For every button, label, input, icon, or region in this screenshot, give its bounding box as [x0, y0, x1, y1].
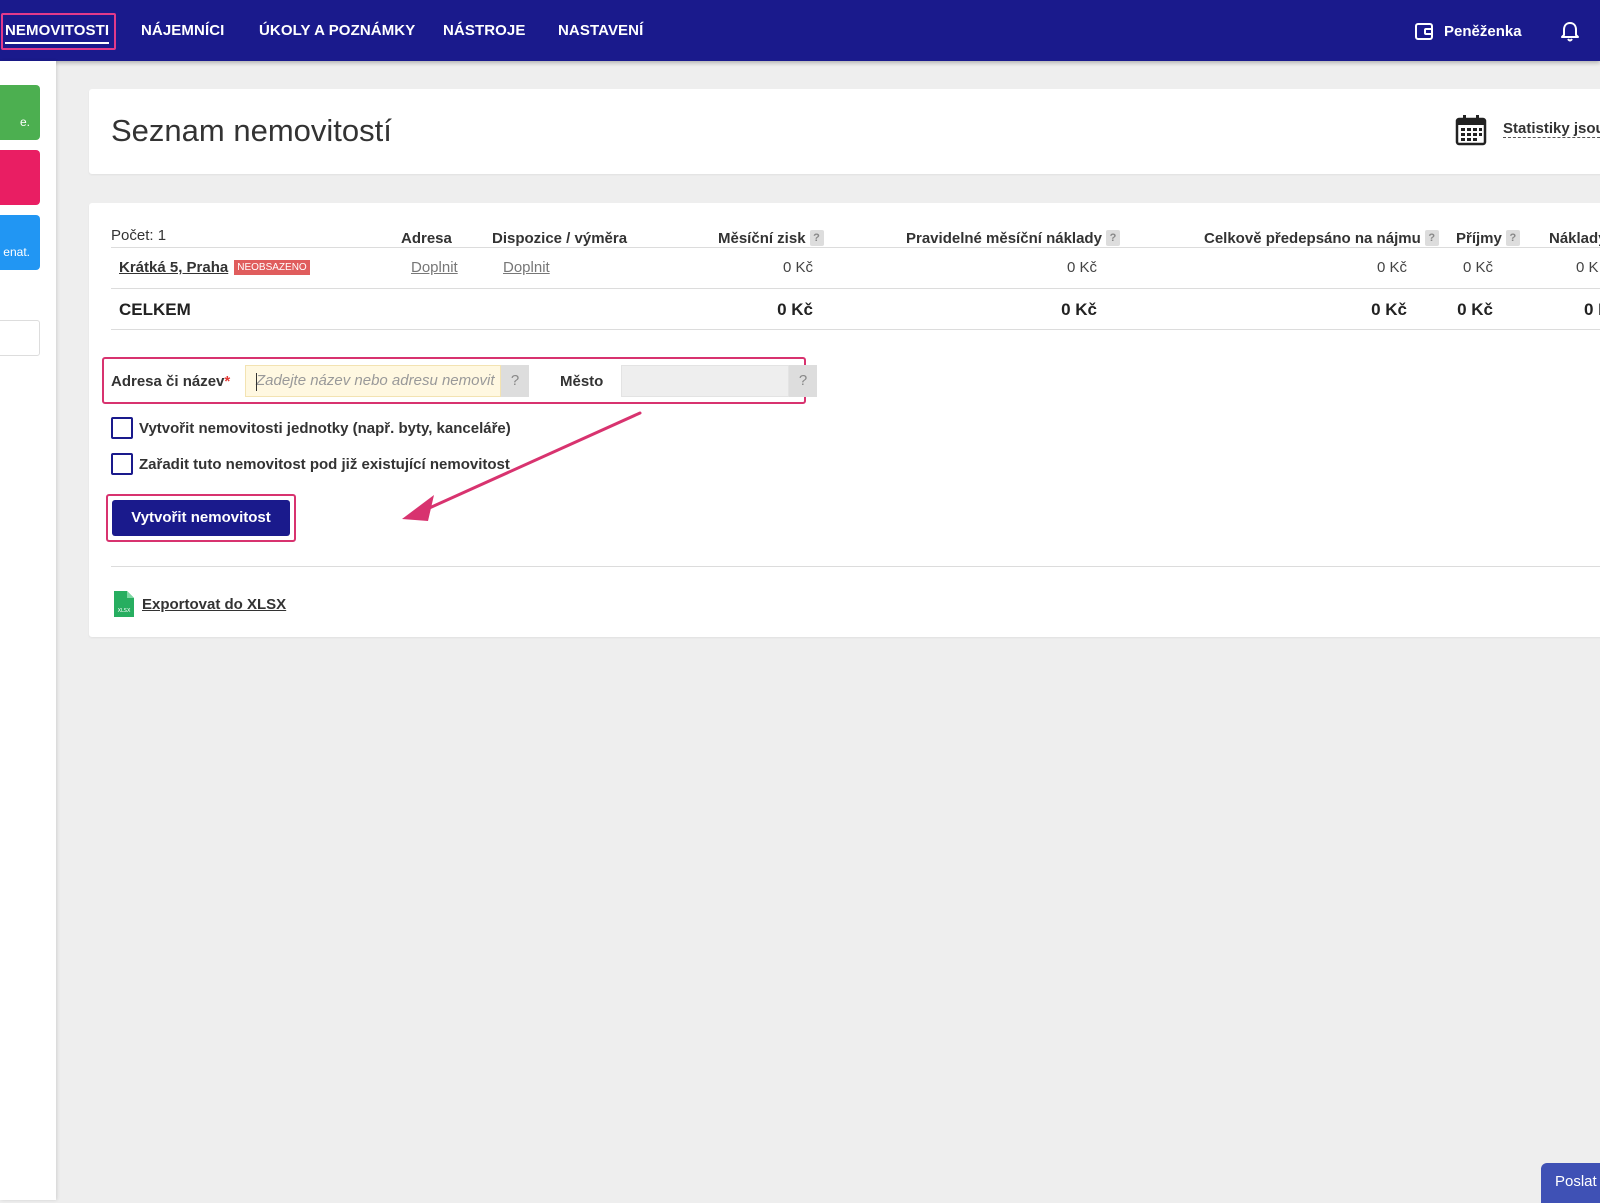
top-navigation-bar: NEMOVITOSTI NÁJEMNÍCI ÚKOLY A POZNÁMKY N…	[0, 0, 1600, 61]
column-header-address: Adresa	[401, 230, 452, 247]
nav-item-label: NEMOVITOSTI	[5, 22, 110, 39]
total-label: CELKEM	[119, 300, 191, 319]
total-regular-costs: 0 Kč	[1061, 300, 1097, 319]
text-caret	[256, 373, 257, 391]
table-header-divider	[111, 247, 1600, 248]
disposition-fill-link[interactable]: Doplnit	[503, 259, 550, 276]
wallet-link[interactable]: Peněženka	[1414, 19, 1522, 43]
export-divider	[111, 566, 1600, 567]
total-total-prescribed: 0 Kč	[1371, 300, 1407, 319]
table-total-divider	[111, 329, 1600, 330]
statistics-link[interactable]: Statistiky jsou	[1503, 120, 1600, 138]
nav-item-label: NASTAVENÍ	[558, 22, 644, 39]
row-costs: 0 K	[1576, 259, 1599, 276]
calendar-icon[interactable]	[1455, 114, 1487, 146]
sidebar-tile-label: enat.	[3, 245, 30, 259]
address-fill-label: Doplnit	[411, 259, 458, 276]
city-input[interactable]	[621, 365, 789, 397]
column-header-label: Příjmy	[1456, 230, 1502, 247]
total-costs: 0 K	[1584, 300, 1600, 319]
city-help-button[interactable]: ?	[789, 365, 817, 397]
xlsx-file-icon: XLSX	[114, 591, 134, 617]
address-field-label: Adresa či název*	[111, 373, 230, 390]
row-regular-costs: 0 Kč	[1066, 259, 1097, 276]
nav-item-nastroje[interactable]: NÁSTROJE	[443, 0, 525, 61]
required-mark: *	[224, 373, 231, 390]
page-title: Seznam nemovitostí	[111, 113, 392, 148]
row-total-prescribed: 0 Kč	[1376, 259, 1407, 276]
nav-item-label: ÚKOLY A POZNÁMKY	[259, 22, 416, 39]
units-checkbox-label: Vytvořit nemovitosti jednotky (např. byt…	[139, 419, 511, 437]
address-label-text: Adresa či název	[111, 373, 225, 390]
help-icon[interactable]: ?	[1505, 230, 1520, 246]
wallet-icon	[1415, 23, 1433, 40]
total-monthly-profit: 0 Kč	[777, 300, 813, 319]
property-count: Počet: 1	[111, 227, 167, 244]
parent-checkbox-row[interactable]: Zařadit tuto nemovitost pod již existují…	[111, 453, 510, 475]
header-card: Seznam nemovitostí Statistiky jsou	[89, 89, 1600, 174]
nav-item-label: NÁJEMNÍCI	[141, 22, 225, 39]
nav-item-ukoly-a-poznamky[interactable]: ÚKOLY A POZNÁMKY	[259, 0, 415, 61]
column-header-disposition: Dispozice / výměra	[492, 230, 628, 247]
help-icon[interactable]: ?	[1105, 230, 1120, 246]
export-xlsx-link[interactable]: XLSX Exportovat do XLSX	[114, 591, 286, 617]
nav-item-label: NÁSTROJE	[443, 22, 526, 39]
sidebar-search-input[interactable]	[0, 320, 40, 356]
property-name-link[interactable]: Krátká 5, Praha	[119, 259, 228, 276]
property-list-card: Počet: 1 Adresa Dispozice / výměra Měsíč…	[89, 203, 1600, 637]
units-checkbox-row[interactable]: Vytvořit nemovitosti jednotky (např. byt…	[111, 417, 511, 439]
city-field-label: Město	[560, 373, 604, 390]
parent-checkbox-label: Zařadit tuto nemovitost pod již existují…	[139, 455, 510, 473]
sidebar-tile-label: e.	[19, 115, 30, 129]
column-header-label: Měsíční zisk	[718, 230, 806, 247]
table-row-divider	[111, 288, 1600, 289]
column-header-label: Pravidelné měsíční náklady	[906, 230, 1102, 247]
sidebar: e. enat.	[0, 61, 56, 1200]
send-feedback-button[interactable]: Poslat	[1541, 1163, 1600, 1203]
total-income: 0 Kč	[1457, 300, 1493, 319]
address-help-button[interactable]: ?	[501, 365, 529, 397]
help-icon[interactable]: ?	[809, 230, 824, 246]
table-row: Krátká 5, Praha NEOBSAZENO	[119, 259, 310, 276]
row-monthly-profit: 0 Kč	[782, 259, 813, 276]
notification-bell-icon[interactable]	[1558, 20, 1582, 44]
help-icon[interactable]: ?	[1424, 230, 1439, 246]
column-header-income: Příjmy?	[1456, 230, 1520, 247]
column-header-regular-costs: Pravidelné měsíční náklady?	[906, 230, 1120, 247]
address-fill-link[interactable]: Doplnit	[411, 259, 458, 276]
row-income: 0 Kč	[1462, 259, 1493, 276]
parent-checkbox[interactable]	[111, 453, 133, 475]
column-header-total-prescribed: Celkově předepsáno na nájmu?	[1204, 230, 1439, 247]
column-header-costs: Náklady	[1549, 230, 1600, 247]
export-label: Exportovat do XLSX	[142, 595, 287, 613]
sidebar-tile-pink[interactable]	[0, 150, 40, 205]
column-header-monthly-profit: Měsíční zisk?	[718, 230, 824, 247]
nav-item-nastaveni[interactable]: NASTAVENÍ	[558, 0, 643, 61]
sidebar-tile-blue[interactable]: enat.	[0, 215, 40, 270]
address-input-placeholder: Zadejte název nebo adresu nemovit	[256, 372, 495, 389]
units-checkbox[interactable]	[111, 417, 133, 439]
create-property-button[interactable]: Vytvořit nemovitost	[112, 500, 290, 536]
nav-item-nemovitosti[interactable]: NEMOVITOSTI	[5, 0, 110, 61]
disposition-fill-label: Doplnit	[503, 259, 550, 276]
address-input[interactable]: Zadejte název nebo adresu nemovit	[245, 365, 501, 397]
xlsx-icon-text: XLSX	[118, 608, 131, 614]
sidebar-tile-green[interactable]: e.	[0, 85, 40, 140]
column-header-label: Celkově předepsáno na nájmu	[1204, 230, 1421, 247]
status-badge: NEOBSAZENO	[234, 260, 310, 275]
nav-item-najemnici[interactable]: NÁJEMNÍCI	[141, 0, 224, 61]
active-underline	[5, 42, 110, 44]
wallet-label: Peněženka	[1444, 22, 1522, 40]
